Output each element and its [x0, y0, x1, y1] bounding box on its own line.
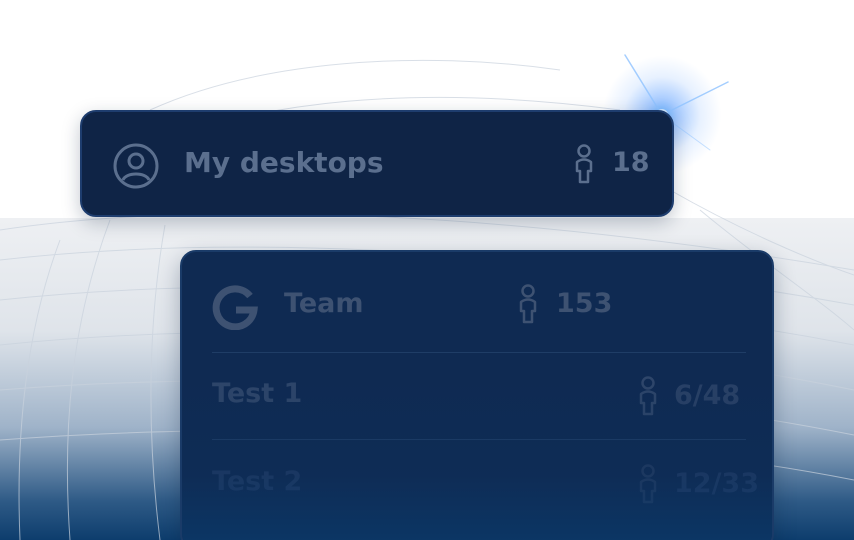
person-icon	[639, 464, 657, 504]
row-count: 6/48	[674, 380, 741, 411]
google-g-icon	[212, 285, 258, 330]
team-count: 153	[556, 288, 613, 319]
desktops-title: My desktops	[184, 146, 384, 179]
team-card[interactable]: Team 153 Test 1 6/48 Test 2 12/33	[180, 250, 774, 540]
person-icon	[575, 144, 593, 184]
divider	[212, 352, 746, 353]
my-desktops-card[interactable]: My desktops 18	[80, 110, 674, 217]
divider	[212, 439, 746, 440]
row-count: 12/33	[674, 468, 760, 499]
row-label: Test 1	[212, 378, 303, 409]
user-circle-icon	[113, 143, 159, 189]
row-label: Test 2	[212, 466, 303, 497]
desktops-count: 18	[612, 147, 650, 178]
person-icon	[639, 376, 657, 416]
team-title: Team	[284, 288, 364, 319]
person-icon	[519, 284, 537, 324]
